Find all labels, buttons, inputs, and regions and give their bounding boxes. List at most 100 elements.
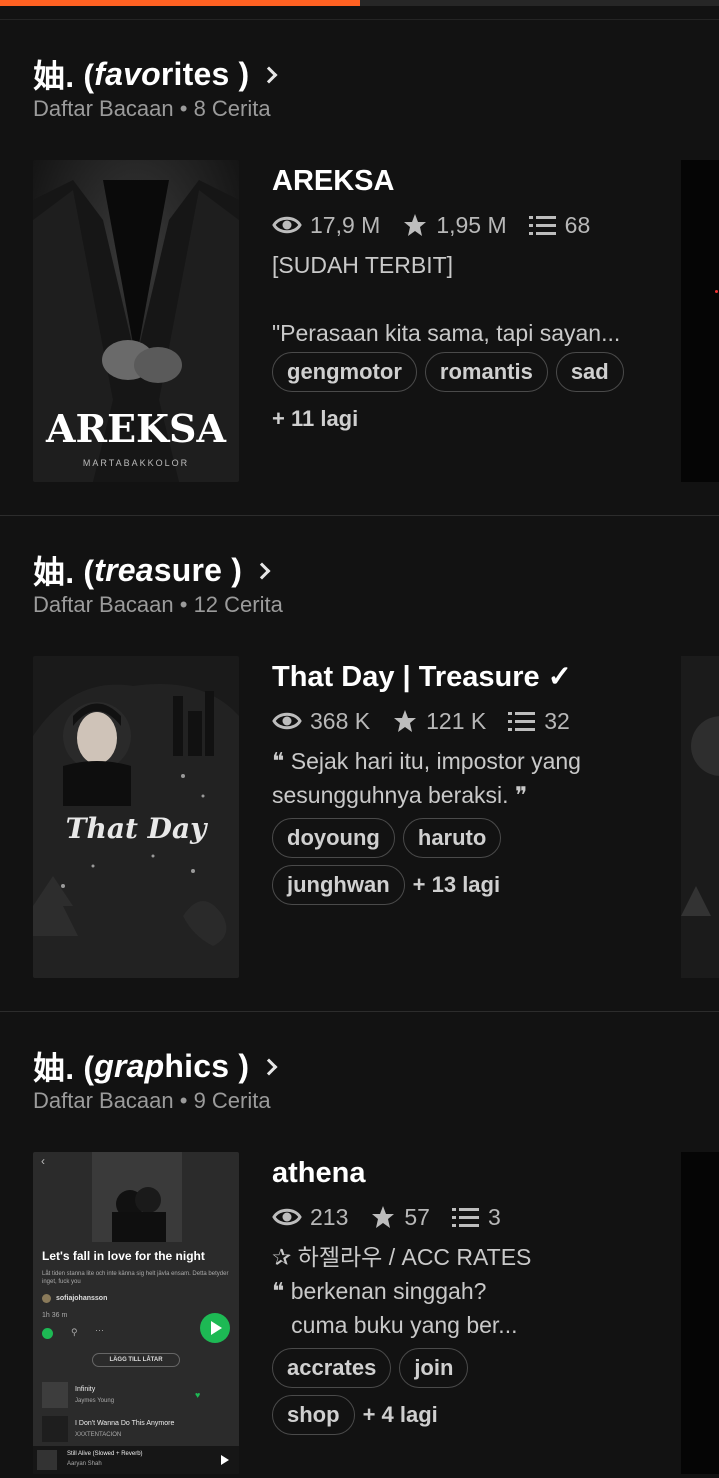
tag-chip[interactable]: shop [272,1395,355,1435]
more-tags[interactable]: + 11 lagi [272,399,358,439]
story-description-line: [SUDAH TERBIT] [272,252,454,278]
playlist-duration: 1h 36 m [42,1312,68,1319]
tag-chip[interactable]: doyoung [272,818,395,858]
playlist-user: sofiajohansson [42,1294,107,1303]
votes-stat: 1,95 M [402,212,507,239]
back-icon: ‹ [41,1154,45,1168]
reads-stat: 17,9 M [272,212,380,239]
playlist-username: sofiajohansson [56,1295,108,1302]
next-story-cover[interactable] [681,656,719,978]
playlist-headline: Let's fall in love for the night [42,1249,205,1263]
story-description-line: ❝ Sejak hari itu, impostor yang [272,748,581,774]
avatar [42,1294,51,1303]
story-info[interactable]: That Day | Treasure ✓ 368 K 121 K 32 ❝ S… [272,658,672,912]
track-art [42,1416,68,1442]
tag-chip[interactable]: gengmotor [272,352,417,392]
list-icon [528,216,556,235]
user-add-icon: ⚲ [71,1327,78,1337]
cover-title: AREKSA [46,406,226,451]
playlist-description: Låt tiden stanna lite och inte känna sig… [42,1271,229,1285]
now-playing-artist: Aaryan Shah [67,1461,102,1467]
track-artist: XXXTENTACION [75,1432,122,1438]
tag-chip[interactable]: sad [555,352,624,392]
add-songs-button: LÄGG TILL LÅTAR [92,1353,180,1367]
story-description-line: "Perasaan kita sama, tapi sayan... [272,320,621,346]
story-info[interactable]: AREKSA 17,9 M 1,95 M 68 [SUDAH TERBIT] "… [272,162,672,446]
chevron-right-icon [260,66,278,84]
cover-title: That Day [65,812,207,845]
play-icon [221,1455,229,1465]
story-description-line: sesungguhnya beraksi. ❞ [272,782,528,808]
tag-chip[interactable]: haruto [402,818,502,858]
list-icon [508,712,536,731]
reads-stat: 213 [272,1204,348,1231]
play-icon [211,1321,222,1335]
cover-image [681,716,719,916]
reading-progress-bar [0,0,719,6]
story-info[interactable]: athena 213 57 3 ✰ 하젤라우 / ACC RATES ❝ ber… [272,1154,672,1442]
reading-list-section: 妯. ( favo rites ) Daftar Bacaan • 8 Cerit… [0,54,719,516]
reading-list-title[interactable]: 妯. ( favo rites ) [33,54,278,94]
tag-chip[interactable]: junghwan [272,865,405,905]
eye-icon [272,216,302,234]
tag-chip[interactable]: romantis [424,352,548,392]
votes-stat: 57 [370,1204,430,1231]
story-description-line: cuma buku yang ber... [272,1312,518,1338]
divider [0,19,719,20]
cover-author: MARTABAKKOLOR [82,458,190,468]
play-button [200,1313,230,1343]
reading-list-subtitle: Daftar Bacaan • 8 Cerita [33,96,271,121]
reads-stat: 368 K [272,708,370,735]
story-description-line: ❝ berkenan singgah? [272,1278,487,1304]
parts-stat: 3 [451,1204,501,1231]
reading-progress-fill [0,0,360,6]
story-description-line [272,282,672,316]
download-icon [42,1328,53,1339]
tag-list: gengmotor romantis sad + 11 lagi [272,352,672,446]
reading-list-section: 妯. ( trea sure ) Daftar Bacaan • 12 Cerit… [0,550,719,1012]
story-stats: 213 57 3 [272,1200,672,1234]
tag-list: doyoung haruto junghwan + 13 lagi [272,818,672,912]
track-name: I Don't Wanna Do This Anymore [75,1420,175,1427]
now-playing-title: Still Alive (Slowed + Reverb) [67,1451,143,1457]
story-title: athena [272,1157,366,1189]
list-icon [451,1208,479,1227]
eye-icon [272,712,302,730]
track-art [37,1450,57,1470]
story-cover[interactable]: ‹ Let's fall in love for the night Låt t… [33,1152,239,1474]
story-cover[interactable]: AREKSA MARTABAKKOLOR [33,160,239,482]
story-stats: 17,9 M 1,95 M 68 [272,208,672,242]
story-cover[interactable]: That Day [33,656,239,978]
star-icon [372,1206,395,1228]
heart-icon: ♥ [195,1390,201,1400]
tag-chip[interactable]: join [399,1348,469,1388]
story-title: That Day | Treasure ✓ [272,661,572,693]
star-icon [394,710,417,732]
more-tags[interactable]: + 4 lagi [363,1395,438,1435]
story-description-line: ✰ 하젤라우 / ACC RATES [272,1244,532,1270]
now-playing-bar: Still Alive (Slowed + Reverb) Aaryan Sha… [33,1446,239,1474]
tag-list: accrates join shop + 4 lagi [272,1348,672,1442]
track-name: Infinity [75,1386,96,1393]
reading-list-section: 妯. ( grap hics ) Daftar Bacaan • 9 Cerita… [0,1046,719,1478]
parts-stat: 32 [508,708,570,735]
story-title: AREKSA [272,165,395,197]
divider [0,515,719,516]
next-story-cover[interactable] [681,1152,719,1474]
votes-stat: 121 K [392,708,486,735]
reading-list-subtitle: Daftar Bacaan • 12 Cerita [33,592,283,617]
reading-list-title[interactable]: 妯. ( grap hics ) [33,1046,278,1086]
reading-list-subtitle: Daftar Bacaan • 9 Cerita [33,1088,271,1113]
divider [0,1011,719,1012]
track-art [42,1382,68,1408]
track-artist: Jaymes Young [75,1398,115,1404]
more-icon: ··· [95,1325,104,1335]
tag-chip[interactable]: accrates [272,1348,392,1388]
star-icon [404,214,427,236]
more-tags[interactable]: + 13 lagi [413,865,500,905]
chevron-right-icon [253,562,271,580]
next-story-cover[interactable] [681,160,719,482]
story-stats: 368 K 121 K 32 [272,704,672,738]
eye-icon [272,1208,302,1226]
reading-list-title[interactable]: 妯. ( trea sure ) [33,550,271,590]
